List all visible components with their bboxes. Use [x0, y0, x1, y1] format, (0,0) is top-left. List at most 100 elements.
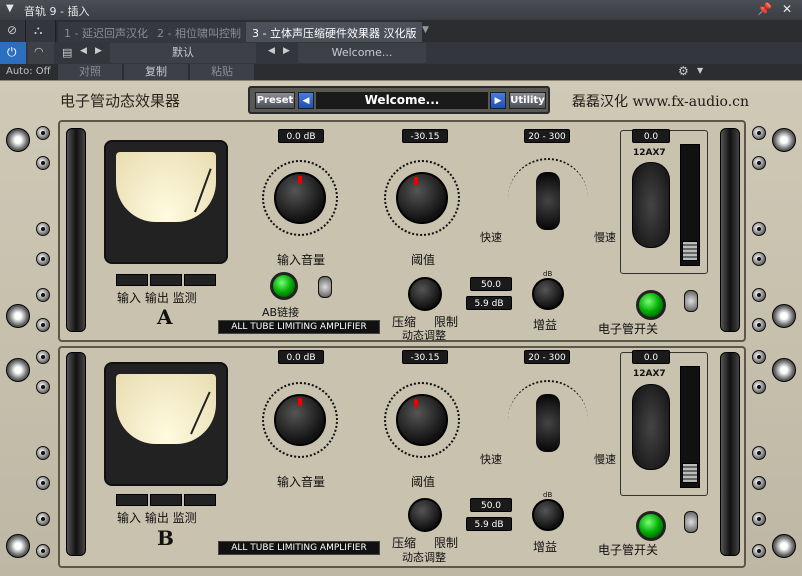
window-titlebar: ▼ 音轨 9 - 插入 📌 ✕: [0, 0, 802, 20]
preset-prev-button[interactable]: ◀: [298, 92, 314, 109]
vu-needle: [194, 168, 212, 213]
gain-display: 5.9 dB: [466, 296, 512, 310]
fader-handle[interactable]: [682, 241, 698, 261]
rack-screw: [752, 126, 766, 140]
insert-tabs-row: ⊘ ⛬ 1 - 延迟回声汉化 2 - 相位啸叫控制 3 - 立体声压缩硬件效果器…: [0, 20, 802, 42]
threshold-knob[interactable]: [396, 172, 448, 224]
compress-limit-knob[interactable]: [408, 498, 442, 532]
rack-screw: [36, 318, 50, 332]
host-edit-row: Auto: Off 对照 复制 粘贴 ⚙ ▼: [0, 64, 802, 80]
settings-gear-icon[interactable]: ⚙: [678, 64, 689, 78]
threshold-display: -30.15: [402, 129, 448, 143]
meter-monitor-button[interactable]: [184, 274, 216, 286]
meter-monitor-button[interactable]: [184, 494, 216, 506]
utility-button[interactable]: Utility: [509, 92, 546, 109]
meter-output-button[interactable]: [150, 494, 182, 506]
rack-screw: [36, 380, 50, 394]
power-toggle-button[interactable]: ⊘: [0, 20, 26, 42]
rack-screw: [752, 380, 766, 394]
settings-dropdown-icon[interactable]: ▼: [697, 66, 703, 75]
host-preset-row: ⏻ ◠ ▤ ◀ ▶ 默认 ◀ ▶ Welcome...: [0, 42, 802, 64]
meter-input-button[interactable]: [116, 274, 148, 286]
preset-next-icon[interactable]: ▶: [95, 46, 102, 56]
speed-range-display: 20 - 300: [524, 129, 570, 143]
rack-screw: [752, 288, 766, 302]
program-next-icon[interactable]: ▶: [283, 46, 290, 56]
bypass-button[interactable]: ⏻: [0, 42, 26, 64]
tab-insert-3[interactable]: 3 - 立体声压缩硬件效果器 汉化版: [246, 22, 423, 42]
preset-prev-icon[interactable]: ◀: [80, 46, 87, 56]
copy-button[interactable]: 复制: [124, 64, 188, 80]
preset-save-icon[interactable]: ▤: [62, 46, 72, 59]
rack-vent-icon: [772, 358, 796, 382]
knob-pointer: [414, 399, 418, 407]
threshold-knob[interactable]: [396, 394, 448, 446]
input-volume-knob[interactable]: [274, 172, 326, 224]
gain-knob[interactable]: [532, 278, 564, 310]
channel-letter: B: [157, 526, 174, 550]
preset-button[interactable]: Preset: [255, 92, 295, 109]
collapse-arrow-icon[interactable]: ▼: [6, 3, 14, 14]
model-strip: ALL TUBE LIMITING AMPLIFIER: [218, 320, 380, 334]
dynamics-label: 动态调整: [402, 551, 446, 564]
auto-mode-label[interactable]: Auto: Off: [6, 66, 51, 77]
compress-limit-knob[interactable]: [408, 277, 442, 311]
close-icon[interactable]: ✕: [782, 2, 792, 16]
rack-screw: [36, 126, 50, 140]
meter-buttons-label: 输入 输出 监测: [117, 511, 197, 525]
speed-knob[interactable]: [536, 172, 560, 230]
tube-display: 0.0: [632, 350, 670, 364]
rack-screw: [752, 476, 766, 490]
vu-meter-a: [104, 140, 228, 264]
program-prev-icon[interactable]: ◀: [268, 46, 275, 56]
rack-handle: [720, 128, 740, 332]
tube-drive-fader[interactable]: [680, 366, 700, 488]
paste-button[interactable]: 粘贴: [190, 64, 254, 80]
vu-meter-face: [116, 374, 216, 444]
preset-name-display[interactable]: Welcome...: [316, 92, 488, 109]
tube-display: 0.0: [632, 129, 670, 143]
meter-output-button[interactable]: [150, 274, 182, 286]
tube-drive-fader[interactable]: [680, 144, 700, 266]
fader-handle[interactable]: [682, 463, 698, 483]
host-preset-select[interactable]: 默认: [110, 43, 256, 63]
rack-screw: [36, 544, 50, 558]
tube-power-toggle[interactable]: [684, 511, 698, 533]
plugin-title: 电子管动态效果器: [60, 92, 181, 110]
knob-pointer: [298, 398, 302, 406]
program-select[interactable]: Welcome...: [298, 43, 426, 63]
ab-link-toggle[interactable]: [318, 276, 332, 298]
tube-type-label: 12AX7: [633, 369, 666, 379]
input-volume-knob[interactable]: [274, 394, 326, 446]
rack-screw: [752, 350, 766, 364]
automation-button[interactable]: ◠: [28, 42, 54, 64]
tab-insert-2[interactable]: 2 - 相位啸叫控制: [151, 22, 247, 42]
tube-power-led[interactable]: [636, 290, 666, 320]
rack-screw: [36, 222, 50, 236]
rack-screw: [36, 252, 50, 266]
ab-link-led[interactable]: [270, 272, 298, 300]
tube-power-toggle[interactable]: [684, 290, 698, 312]
gain-label: 增益: [533, 318, 558, 332]
knob-pointer: [298, 176, 302, 184]
rack-screw: [36, 446, 50, 460]
rack-screw: [752, 222, 766, 236]
compare-button[interactable]: 对照: [58, 64, 122, 80]
tab-insert-1[interactable]: 1 - 延迟回声汉化: [58, 22, 154, 42]
meter-input-button[interactable]: [116, 494, 148, 506]
rack-screw: [36, 288, 50, 302]
rack-screw: [752, 446, 766, 460]
rack-screw: [36, 512, 50, 526]
automation-icon: ◠: [34, 45, 44, 58]
gain-knob[interactable]: [532, 499, 564, 531]
power-icon: ⏻: [7, 45, 17, 59]
tab-dropdown-icon[interactable]: ▼: [422, 25, 429, 35]
ab-link-label: AB链接: [262, 306, 300, 319]
preset-next-button[interactable]: ▶: [490, 92, 506, 109]
routing-button[interactable]: ⛬: [26, 20, 56, 42]
pin-icon[interactable]: 📌: [757, 2, 772, 16]
vu-needle: [190, 391, 211, 435]
tube-power-led[interactable]: [636, 511, 666, 541]
speed-knob[interactable]: [536, 394, 560, 452]
meter-buttons-label: 输入 输出 监测: [117, 291, 197, 305]
